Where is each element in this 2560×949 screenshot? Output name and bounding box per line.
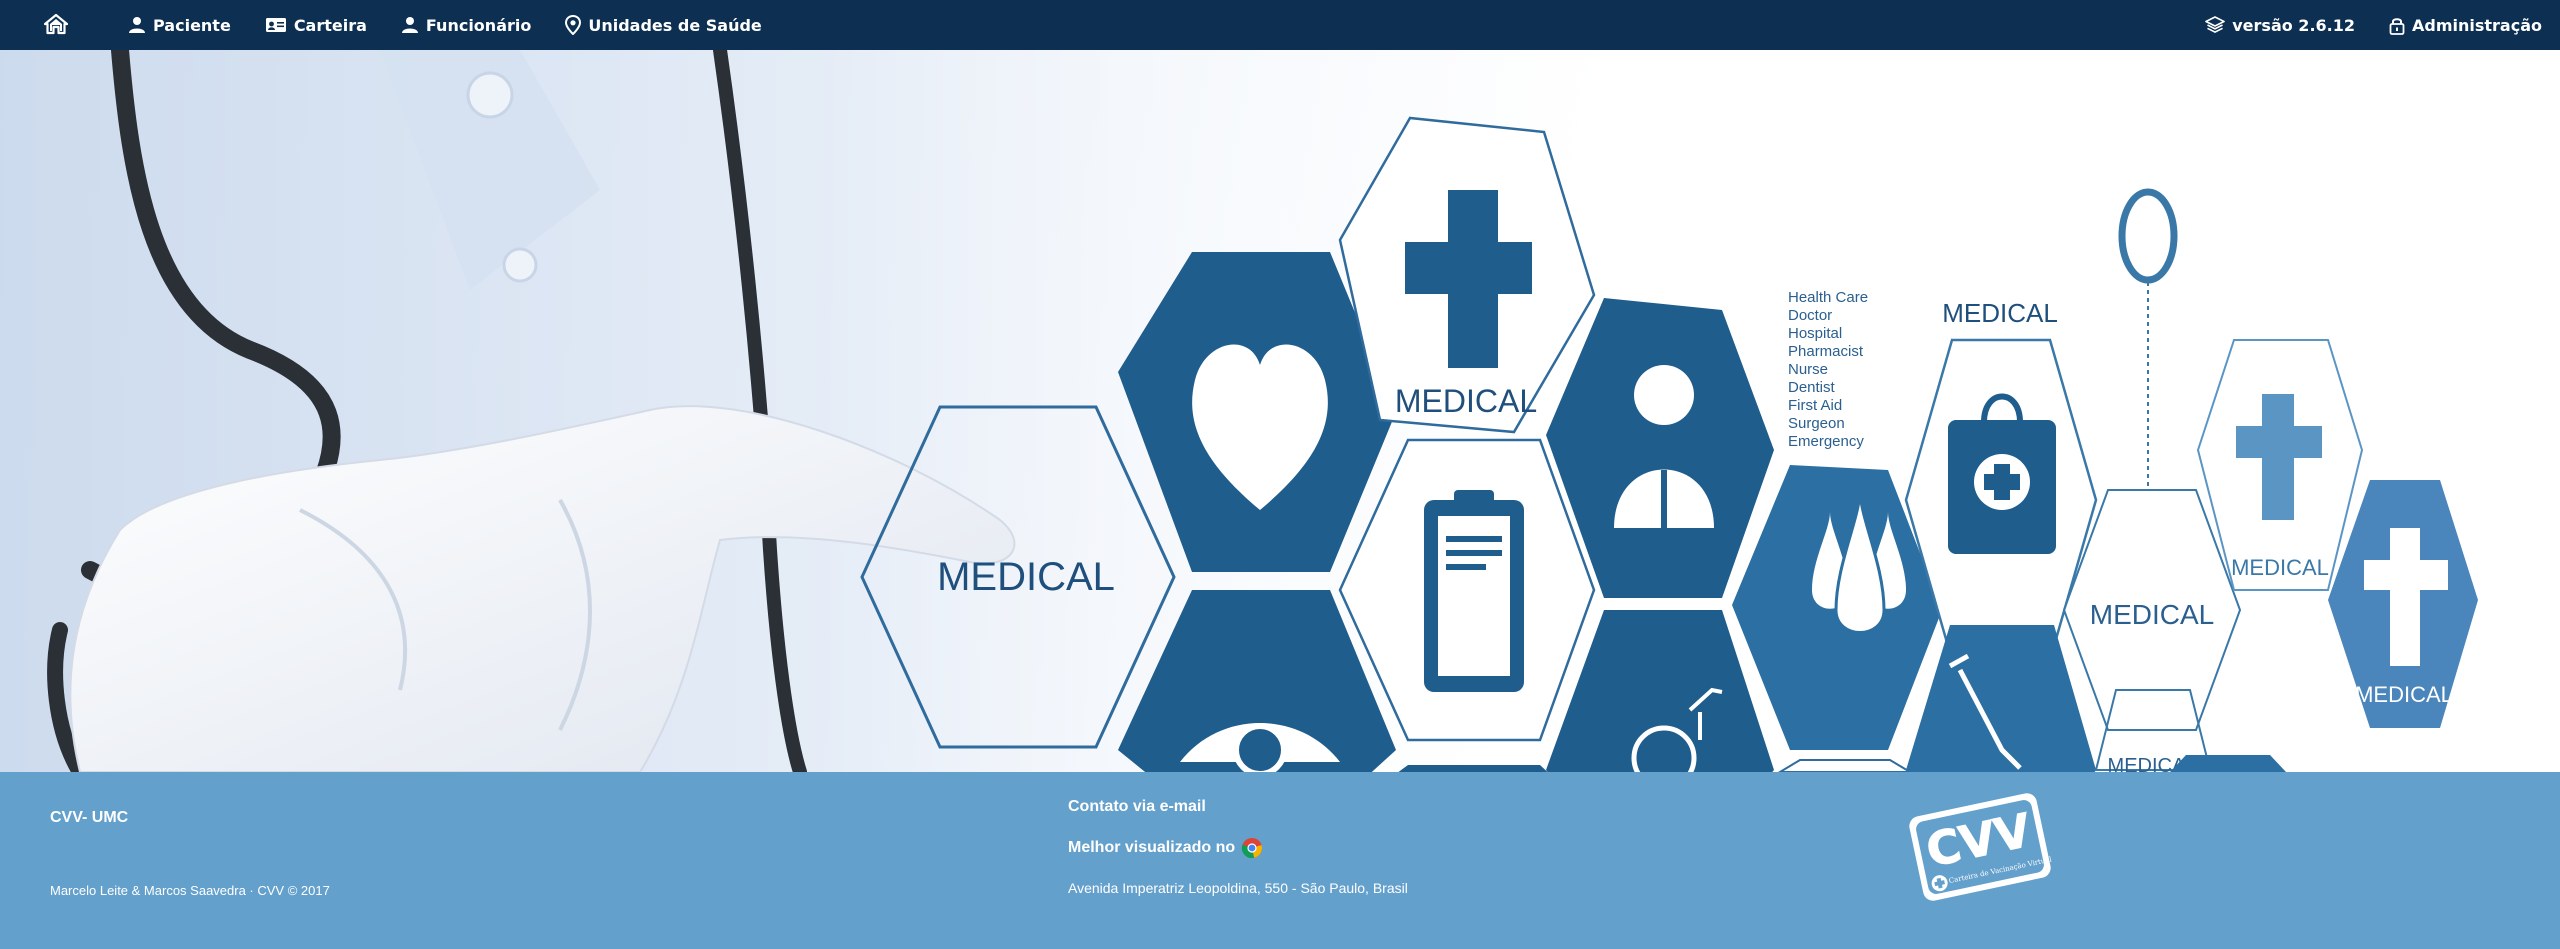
doctor-icon	[1634, 365, 1694, 425]
nav-carteira-label: Carteira	[293, 15, 367, 35]
lock-icon	[2389, 17, 2405, 35]
nav-funcionario-label: Funcionário	[425, 15, 532, 35]
version-label: versão 2.6.12	[2232, 15, 2355, 35]
hex-label: MEDICAL	[1942, 298, 2058, 328]
hex-label: MEDICAL	[2355, 682, 2453, 707]
admin-button[interactable]: Administração	[2389, 16, 2542, 35]
keyword: Doctor	[1788, 307, 1832, 324]
hexagon-syringe	[1906, 625, 2096, 772]
hex-label: MEDICAL	[2090, 599, 2214, 630]
nav-paciente-label: Paciente	[153, 15, 231, 35]
hex-label: MEDICAL	[937, 555, 1115, 599]
hexagon-cross-right: MEDICAL	[2328, 480, 2478, 728]
admin-label: Administração	[2412, 15, 2542, 35]
user-icon	[129, 17, 145, 33]
medical-hexagon-illustration: MEDICAL MEDICAL Health Care Doctor Hospi…	[0, 50, 2478, 772]
chrome-icon	[1241, 838, 1263, 859]
nav-unidades-label: Unidades de Saúde	[588, 15, 762, 35]
keyword: Dentist	[1788, 379, 1836, 396]
hexagon-medical-outline-mid: MEDICAL MEDICAL	[2062, 489, 2242, 772]
hex-label: MEDICAL	[2231, 555, 2329, 580]
footer: CVV- UMC Marcelo Leite & Marcos Saavedra…	[0, 772, 2560, 949]
id-card-icon	[265, 18, 286, 32]
keyword: Hospital	[1788, 325, 1842, 342]
home-icon	[44, 13, 68, 35]
nav-paciente[interactable]: Paciente	[128, 16, 231, 35]
hero-banner: MEDICAL MEDICAL Health Care Doctor Hospi…	[0, 50, 2560, 772]
home-button[interactable]	[44, 13, 68, 35]
keyword: Surgeon	[1788, 415, 1845, 432]
nav-carteira[interactable]: Carteira	[265, 16, 367, 35]
version-info[interactable]: versão 2.6.12	[2205, 16, 2355, 35]
best-viewed-label: Melhor visualizado no	[1068, 839, 1236, 856]
keyword: First Aid	[1788, 397, 1842, 414]
nav-funcionario[interactable]: Funcionário	[401, 16, 531, 35]
medical-keywords-list: Health Care Doctor Hospital Pharmacist N…	[1788, 289, 1868, 450]
pin-marker-decoration	[2118, 188, 2178, 490]
hex-label: MEDICAL	[1395, 383, 1537, 419]
layers-icon	[2205, 16, 2226, 33]
hexagon-cross-light: MEDICAL	[2196, 339, 2364, 591]
hexagon-wheelchair	[1546, 610, 1774, 772]
user-icon	[401, 17, 418, 33]
keyword: Pharmacist	[1788, 343, 1864, 360]
contact-email-link[interactable]: Contato via e-mail	[1068, 798, 1206, 816]
keyword: Nurse	[1788, 361, 1828, 378]
map-marker-icon	[565, 15, 582, 35]
cvv-logo: CVV Carteira de Vacinação Virtual	[1905, 784, 2055, 915]
keyword: Emergency	[1788, 433, 1864, 450]
hexagon-cross-top: MEDICAL	[1338, 116, 1596, 434]
nav-unidades-de-saude[interactable]: Unidades de Saúde	[565, 15, 762, 35]
footer-credits: Marcelo Leite & Marcos Saavedra · CVV © …	[50, 883, 330, 898]
best-viewed-note: Melhor visualizado no	[1068, 837, 1263, 859]
keyword: Health Care	[1788, 289, 1868, 306]
top-navbar: Paciente Carteira Funcionário Unidades d…	[0, 0, 2560, 51]
hexagon-clipboard	[1338, 438, 1596, 742]
footer-brand: CVV- UMC	[50, 809, 129, 826]
footer-address: Avenida Imperatriz Leopoldina, 550 - São…	[1068, 880, 1408, 896]
